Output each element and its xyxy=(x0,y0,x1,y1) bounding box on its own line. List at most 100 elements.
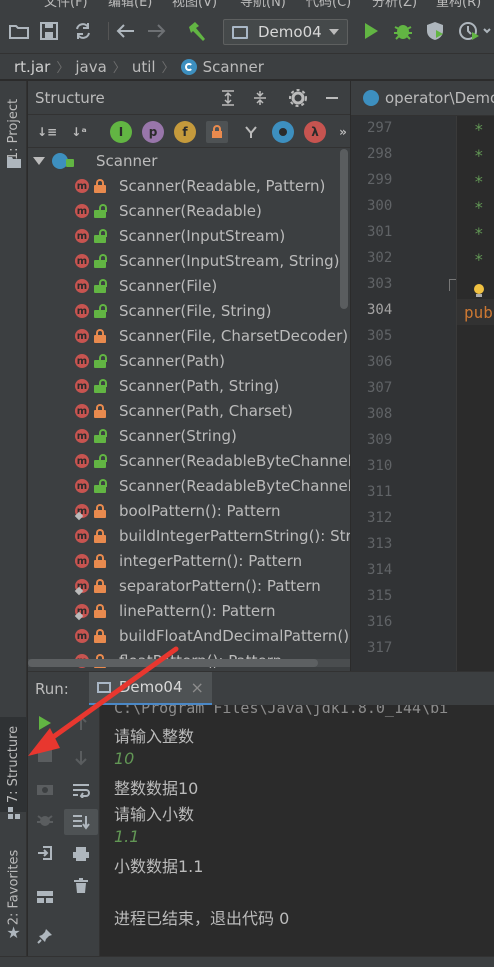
tree-item[interactable]: m integerPattern(): Pattern xyxy=(28,549,350,574)
tree-item[interactable]: m linePattern(): Pattern xyxy=(28,599,350,624)
tree-item[interactable]: m Scanner(File, String) xyxy=(28,299,350,324)
show-lambdas-icon[interactable]: λ xyxy=(304,121,326,143)
minimize-icon[interactable] xyxy=(322,88,342,108)
tree-item-label: Scanner(Readable) xyxy=(119,202,262,220)
forward-arrow-icon[interactable] xyxy=(146,20,168,42)
private-lock-icon xyxy=(94,329,106,343)
breadcrumb-chevron-icon: 〉 xyxy=(112,61,126,76)
profile-run-icon[interactable] xyxy=(456,20,494,42)
show-inherited-icon[interactable]: I xyxy=(110,121,132,143)
menu-navigate[interactable]: 导航(N) xyxy=(240,0,286,8)
chevron-down-icon[interactable] xyxy=(33,157,45,165)
structure-tool-tab[interactable]: 7: Structure xyxy=(0,717,27,812)
run-icon[interactable] xyxy=(360,20,382,42)
line-number: 317 xyxy=(367,640,393,656)
save-icon[interactable] xyxy=(38,20,60,42)
show-non-public-icon[interactable] xyxy=(206,121,228,143)
print-icon[interactable] xyxy=(64,841,98,867)
structure-panel: Structure ↓≡ ↓ᵃ I p f λ » Scanner m Scan… xyxy=(28,81,350,671)
breadcrumb-class-scanner[interactable]: Scanner xyxy=(203,58,264,76)
horizontal-scrollbar[interactable] xyxy=(28,659,350,667)
breadcrumb-jar[interactable]: rt.jar xyxy=(14,58,50,76)
close-icon[interactable]: × xyxy=(190,678,203,697)
menu-refactor[interactable]: 重构(R) xyxy=(436,0,481,8)
structure-icon xyxy=(0,805,27,821)
run-tab-demo04[interactable]: Demo04 × xyxy=(88,671,212,706)
breadcrumb: rt.jar 〉 java 〉 util 〉 Scanner xyxy=(0,54,494,80)
console-line: 请输入整数 xyxy=(114,727,195,746)
menu-view[interactable]: 视图(V) xyxy=(172,0,217,8)
expand-all-icon[interactable] xyxy=(218,88,238,108)
show-anonymous-icon[interactable] xyxy=(240,121,262,143)
debug-bug-icon[interactable] xyxy=(392,20,414,42)
show-interfaces-icon[interactable] xyxy=(272,121,294,143)
soft-wrap-icon[interactable] xyxy=(64,777,98,803)
code-area[interactable]: * * * * * * pub xyxy=(456,116,494,671)
tree-item[interactable]: m Scanner(ReadableByteChannel) xyxy=(28,449,350,474)
rerun-icon[interactable] xyxy=(28,710,62,736)
javadoc-asterisk: * xyxy=(474,120,484,139)
camera-icon[interactable] xyxy=(28,776,62,802)
run-configuration-select[interactable]: Demo04 xyxy=(223,19,348,45)
tree-item[interactable]: m Scanner(Path, String) xyxy=(28,374,350,399)
class-icon xyxy=(363,90,379,106)
sort-alphabetically-icon[interactable]: ↓ᵃ xyxy=(68,121,90,143)
scroll-to-end-icon[interactable] xyxy=(64,809,98,835)
tree-scrollbar[interactable] xyxy=(340,149,348,309)
back-arrow-icon[interactable] xyxy=(114,20,136,42)
menu-edit[interactable]: 编辑(E) xyxy=(108,0,152,8)
console-scrollbar[interactable] xyxy=(486,705,494,956)
tree-item[interactable]: m Scanner(Path) xyxy=(28,349,350,374)
trash-icon[interactable] xyxy=(64,873,98,899)
tree-item[interactable]: m separatorPattern(): Pattern xyxy=(28,574,350,599)
tree-item[interactable]: m Scanner(InputStream, String) xyxy=(28,249,350,274)
build-hammer-icon[interactable] xyxy=(186,20,208,42)
sync-icon[interactable] xyxy=(72,20,94,42)
horizontal-scrollbar-thumb[interactable] xyxy=(28,659,318,667)
collapse-all-icon[interactable] xyxy=(250,88,270,108)
tree-root-scanner[interactable]: Scanner xyxy=(28,149,350,174)
favorites-tool-tab[interactable]: 2: Favorites xyxy=(0,845,27,930)
tree-item[interactable]: m Scanner(Path, Charset) xyxy=(28,399,350,424)
tree-item[interactable]: m boolPattern(): Pattern xyxy=(28,499,350,524)
menu-analyze[interactable]: 分析(Z) xyxy=(372,0,417,8)
tree-item[interactable]: m buildIntegerPatternString(): Stri xyxy=(28,524,350,549)
menu-code[interactable]: 代码(C) xyxy=(306,0,351,8)
star-icon: ★ xyxy=(6,922,21,942)
open-folder-icon[interactable] xyxy=(8,20,30,42)
editor-tab[interactable]: operator\Demo xyxy=(385,89,494,107)
tree-item[interactable]: m Scanner(Readable, Pattern) xyxy=(28,174,350,199)
menu-file[interactable]: 文件(F) xyxy=(44,0,88,8)
gear-icon[interactable] xyxy=(288,88,308,108)
console-output[interactable]: C:\Program Files\Java\jdk1.8.0_144\bi 请输入… xyxy=(100,705,494,956)
pin-icon[interactable] xyxy=(28,923,62,949)
tree-item[interactable]: m Scanner(Readable) xyxy=(28,199,350,224)
method-icon: m xyxy=(75,329,89,343)
scroll-up-icon[interactable] xyxy=(64,710,98,736)
breadcrumb-package-util[interactable]: util xyxy=(132,58,156,76)
stop-icon[interactable] xyxy=(28,742,62,768)
tree-item[interactable]: m Scanner(ReadableByteChannel, S xyxy=(28,474,350,499)
breadcrumb-package-java[interactable]: java xyxy=(75,58,106,76)
show-fields-icon[interactable]: f xyxy=(174,121,196,143)
show-properties-icon[interactable]: p xyxy=(142,121,164,143)
line-number: 307 xyxy=(367,380,393,396)
coverage-shield-icon[interactable] xyxy=(424,20,446,42)
line-number: 313 xyxy=(367,536,393,552)
tree-item[interactable]: m buildFloatAndDecimalPattern(): xyxy=(28,624,350,649)
bug-settings-icon[interactable] xyxy=(28,808,62,834)
tree-item[interactable]: m Scanner(File) xyxy=(28,274,350,299)
tree-item[interactable]: m Scanner(String) xyxy=(28,424,350,449)
layout-icon[interactable] xyxy=(28,884,62,910)
tree-item[interactable]: m Scanner(File, CharsetDecoder) xyxy=(28,324,350,349)
scroll-down-icon[interactable] xyxy=(64,745,98,771)
exit-icon[interactable] xyxy=(28,840,62,866)
tree-item[interactable]: m Scanner(InputStream) xyxy=(28,224,350,249)
lightbulb-icon[interactable] xyxy=(473,283,485,299)
tree-item-label: Scanner(Readable, Pattern) xyxy=(119,177,326,195)
sort-visibility-icon[interactable]: ↓≡ xyxy=(36,121,58,143)
public-lock-icon xyxy=(66,159,74,167)
run-config-icon xyxy=(96,681,111,693)
line-number: 309 xyxy=(367,432,393,448)
more-options-icon[interactable]: » xyxy=(332,121,350,143)
